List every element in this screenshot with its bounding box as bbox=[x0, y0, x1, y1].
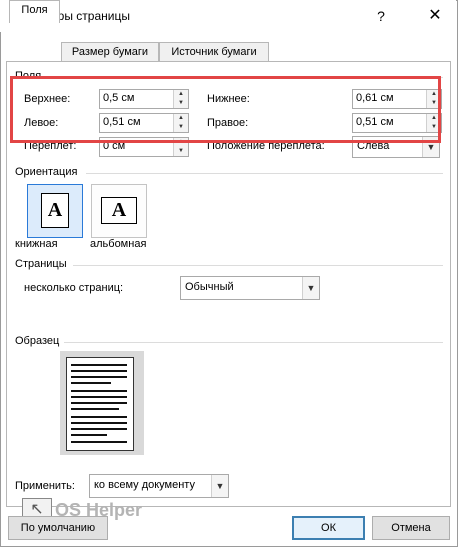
apply-select[interactable]: ко всему документу ▼ bbox=[89, 474, 229, 498]
preview-line bbox=[71, 396, 127, 398]
preview-line bbox=[71, 370, 127, 372]
pages-section-label: Страницы bbox=[15, 258, 67, 270]
tab-margins[interactable]: Поля bbox=[9, 0, 60, 23]
preview-line bbox=[71, 408, 119, 410]
title-bar: Параметры страницы ? ✕ bbox=[0, 0, 456, 32]
tab-paper-size[interactable]: Размер бумаги bbox=[61, 42, 159, 62]
landscape-label[interactable]: альбомная bbox=[90, 238, 146, 250]
preview-section-label: Образец bbox=[15, 335, 60, 347]
page-preview bbox=[60, 351, 144, 455]
preview-line bbox=[71, 441, 127, 443]
cancel-button[interactable]: Отмена bbox=[372, 516, 450, 540]
chevron-down-icon[interactable]: ▼ bbox=[211, 475, 228, 497]
preview-line bbox=[71, 416, 127, 418]
multiple-pages-label: несколько страниц: bbox=[24, 282, 124, 294]
preview-line bbox=[71, 390, 127, 392]
multiple-pages-value: Обычный bbox=[185, 281, 234, 293]
divider bbox=[73, 265, 443, 266]
chevron-down-icon[interactable]: ▼ bbox=[302, 277, 319, 299]
ok-button[interactable]: ОК bbox=[292, 516, 365, 540]
landscape-button[interactable]: A bbox=[91, 184, 147, 238]
landscape-page-icon: A bbox=[101, 197, 137, 224]
divider bbox=[86, 173, 443, 174]
help-icon[interactable]: ? bbox=[371, 6, 391, 26]
highlight-frame bbox=[10, 76, 441, 143]
preview-line bbox=[71, 428, 127, 430]
set-default-button[interactable]: По умолчанию bbox=[8, 516, 108, 540]
preview-line bbox=[71, 364, 127, 366]
portrait-button[interactable]: A bbox=[27, 184, 83, 238]
preview-line bbox=[71, 382, 111, 384]
portrait-page-icon: A bbox=[41, 193, 69, 228]
tab-paper-source[interactable]: Источник бумаги bbox=[159, 42, 269, 62]
preview-line bbox=[71, 402, 127, 404]
apply-value: ко всему документу bbox=[94, 479, 195, 491]
preview-line bbox=[71, 376, 127, 378]
apply-label: Применить: bbox=[15, 480, 75, 492]
divider bbox=[64, 342, 443, 343]
orientation-section-label: Ориентация bbox=[15, 166, 78, 178]
multiple-pages-select[interactable]: Обычный ▼ bbox=[180, 276, 320, 300]
preview-line bbox=[71, 422, 127, 424]
spin-down-icon[interactable]: ▼ bbox=[174, 147, 188, 156]
portrait-label[interactable]: книжная bbox=[15, 238, 58, 250]
close-icon[interactable]: ✕ bbox=[424, 5, 446, 27]
preview-line bbox=[71, 434, 107, 436]
preview-page bbox=[66, 357, 134, 451]
